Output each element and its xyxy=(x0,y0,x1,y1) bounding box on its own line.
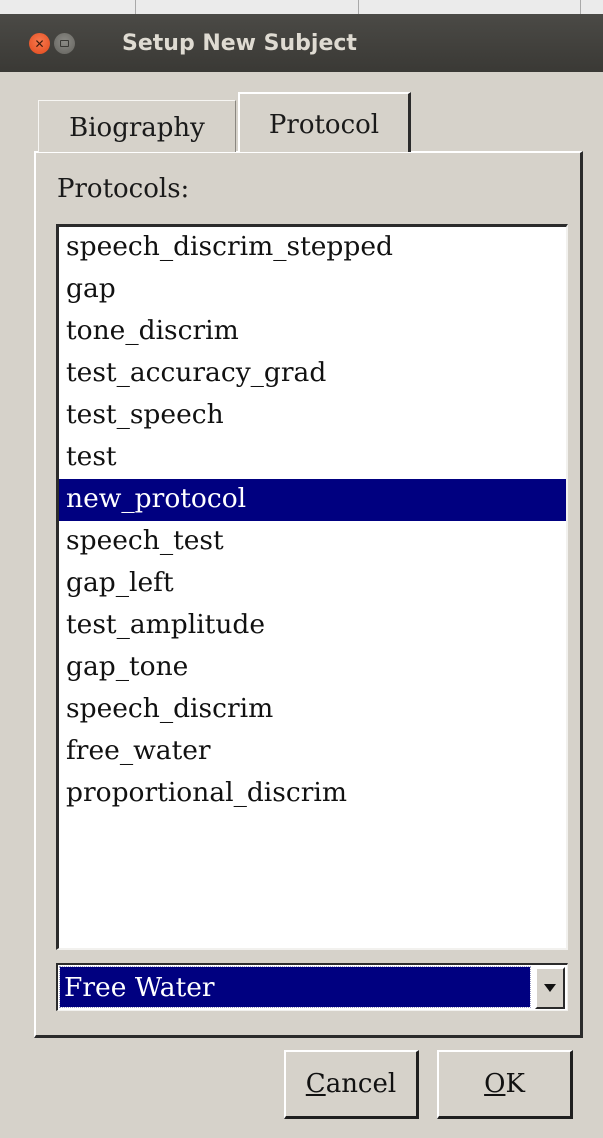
list-item[interactable]: test_speech xyxy=(59,395,566,437)
column-divider xyxy=(135,0,136,14)
list-item[interactable]: test xyxy=(59,437,566,479)
minimize-icon[interactable] xyxy=(54,33,75,54)
list-item[interactable]: speech_discrim_stepped xyxy=(59,227,566,269)
list-item[interactable]: speech_test xyxy=(59,521,566,563)
list-item[interactable]: speech_discrim xyxy=(59,689,566,731)
cancel-mnemonic: C xyxy=(305,1069,326,1099)
column-divider xyxy=(580,0,581,14)
column-divider xyxy=(358,0,359,14)
ok-button[interactable]: OK xyxy=(437,1050,573,1119)
list-item[interactable]: gap_tone xyxy=(59,647,566,689)
chevron-down-icon xyxy=(544,984,556,992)
list-item[interactable]: proportional_discrim xyxy=(59,773,566,815)
list-item[interactable]: test_amplitude xyxy=(59,605,566,647)
close-icon[interactable]: ✕ xyxy=(29,33,50,54)
background-window-strip xyxy=(0,0,603,15)
tab-protocol[interactable]: Protocol xyxy=(238,92,411,152)
list-item[interactable]: gap_left xyxy=(59,563,566,605)
title-bar[interactable]: ✕ Setup New Subject xyxy=(0,14,603,72)
dropdown-button[interactable] xyxy=(535,967,565,1009)
protocols-listbox[interactable]: speech_discrim_stepped gap tone_discrim tes… xyxy=(56,224,568,950)
ok-mnemonic: O xyxy=(484,1069,506,1099)
list-item[interactable]: new_protocol xyxy=(59,479,566,521)
step-select-value[interactable]: Free Water xyxy=(59,966,531,1008)
list-item[interactable]: free_water xyxy=(59,731,566,773)
tab-biography[interactable]: Biography xyxy=(38,100,236,152)
list-item[interactable]: gap xyxy=(59,269,566,311)
list-item[interactable]: tone_discrim xyxy=(59,311,566,353)
cancel-label: ancel xyxy=(325,1069,397,1099)
step-select[interactable]: Free Water xyxy=(56,963,568,1011)
protocols-label: Protocols: xyxy=(57,174,190,204)
list-item[interactable]: test_accuracy_grad xyxy=(59,353,566,395)
screen: ✕ Setup New Subject Biography Protocol P… xyxy=(0,0,603,1138)
ok-label: K xyxy=(505,1069,525,1099)
cancel-button[interactable]: Cancel xyxy=(284,1050,419,1119)
window-title: Setup New Subject xyxy=(122,31,357,56)
